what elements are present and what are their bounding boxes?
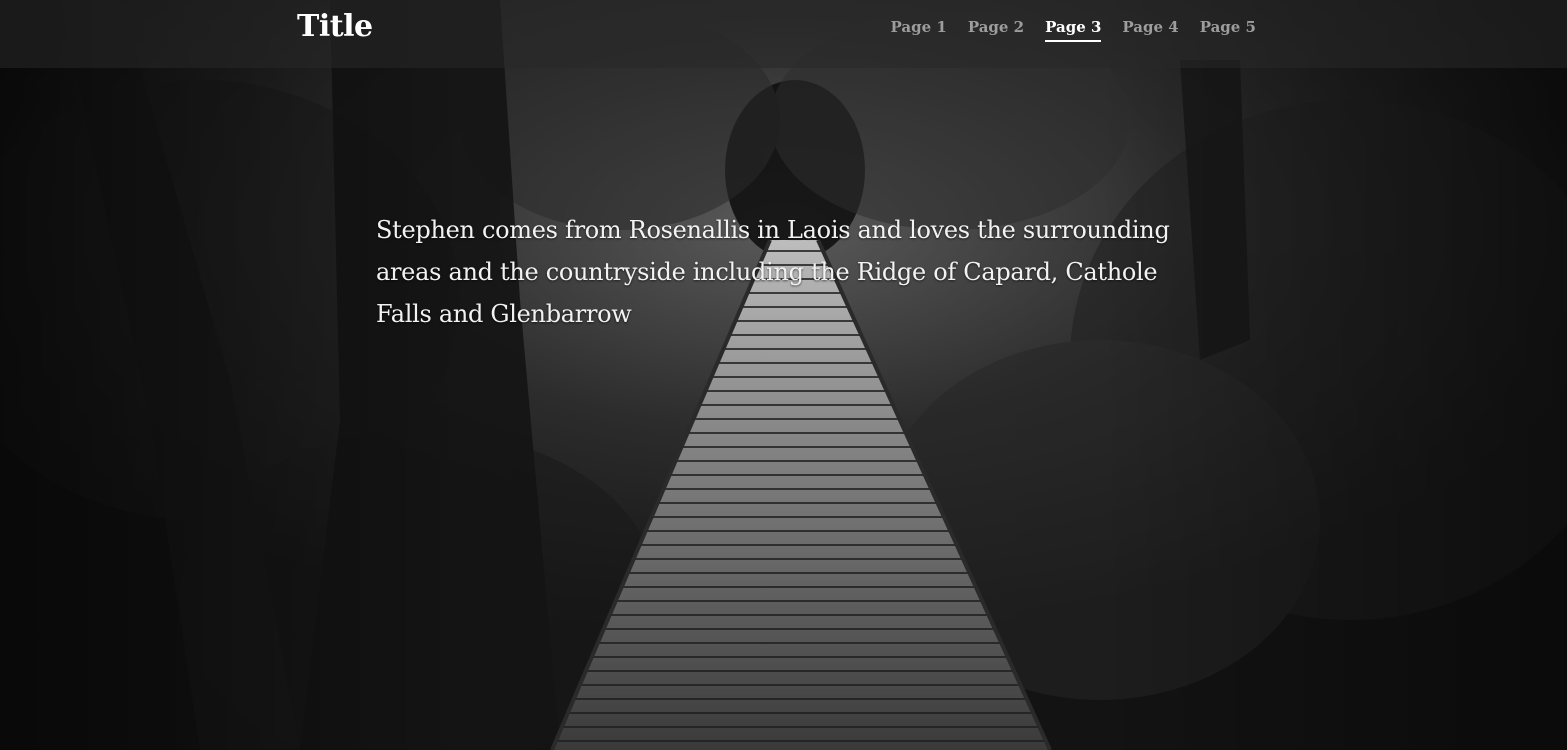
forest-boardwalk-photo (0, 0, 1567, 750)
nav-page-3[interactable]: Page 3 (1045, 15, 1102, 42)
site-title[interactable]: Title (297, 7, 373, 47)
hero-text: Stephen comes from Rosenallis in Laois a… (376, 216, 1170, 328)
nav-page-4[interactable]: Page 4 (1122, 15, 1178, 42)
page: Title Page 1 Page 2 Page 3 Page 4 Page 5… (0, 0, 1567, 750)
nav-page-5[interactable]: Page 5 (1200, 15, 1256, 42)
nav-page-1[interactable]: Page 1 (891, 15, 947, 42)
nav-page-2[interactable]: Page 2 (968, 15, 1024, 42)
top-navbar: Title Page 1 Page 2 Page 3 Page 4 Page 5 (0, 0, 1567, 68)
main-nav: Page 1 Page 2 Page 3 Page 4 Page 5 (891, 15, 1256, 42)
